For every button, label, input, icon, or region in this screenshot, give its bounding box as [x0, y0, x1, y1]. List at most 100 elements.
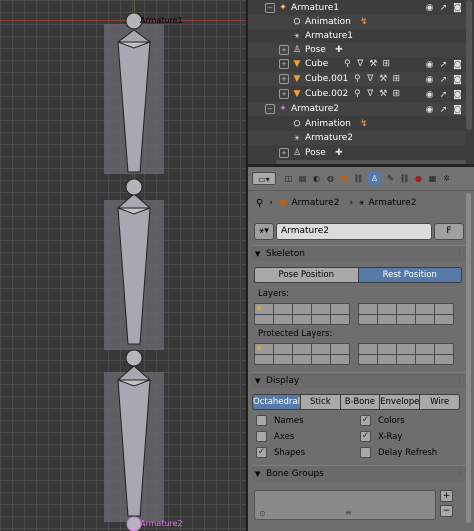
particles-tab-icon[interactable]: ✲ [440, 172, 453, 185]
render-camera-icon[interactable]: ◙ [453, 90, 462, 100]
layer-button[interactable] [293, 344, 311, 354]
render-layers-tab-icon[interactable]: ▤ [296, 172, 309, 185]
bone-groups-list[interactable]: ⊙ ≡ [254, 490, 436, 520]
mode-bbone-button[interactable]: B-Bone [340, 395, 381, 409]
armature-data-tab-icon[interactable]: ♙ [368, 172, 381, 185]
layer-button[interactable] [293, 304, 311, 314]
layer-button[interactable] [416, 304, 434, 314]
visibility-eye-icon[interactable]: ◉ [425, 3, 434, 13]
layer-button[interactable] [312, 314, 330, 324]
layer-button[interactable] [312, 304, 330, 314]
render-camera-icon[interactable]: ◙ [453, 105, 462, 115]
layer-button[interactable] [312, 354, 330, 364]
outliner-row-armature-data[interactable]: ⚹ Armature1 [248, 29, 466, 43]
render-camera-icon[interactable]: ◙ [453, 60, 462, 70]
layer-button[interactable] [397, 354, 415, 364]
axes-checkbox[interactable]: Axes [256, 431, 294, 442]
remove-bone-group-button[interactable]: − [440, 505, 453, 517]
bone-tab-icon[interactable]: ✎ [384, 172, 397, 185]
checkbox-box[interactable] [256, 431, 267, 442]
names-checkbox[interactable]: Names [256, 415, 304, 426]
layer-button[interactable] [331, 304, 349, 314]
layer-button[interactable] [274, 304, 292, 314]
checkmark-icon[interactable]: ✓ [360, 431, 371, 442]
layer-button[interactable] [397, 344, 415, 354]
outliner-row-pose[interactable]: + ♙ Pose ✚ [248, 146, 466, 160]
xray-checkbox[interactable]: ✓ X-Ray [360, 431, 402, 442]
editor-type-menu[interactable]: ▭▾ [252, 172, 276, 185]
outliner[interactable]: − ✦ Armature1 ⛭ Animation ↯ ⚹ Armature1 … [248, 0, 474, 164]
outliner-row-pose[interactable]: + ♙ Pose ✚ [248, 43, 466, 57]
mode-stick-button[interactable]: Stick [300, 395, 341, 409]
layer-button[interactable] [274, 354, 292, 364]
expand-toggle[interactable]: + [279, 148, 289, 158]
checkmark-icon[interactable]: ✓ [256, 447, 267, 458]
expand-toggle[interactable]: + [279, 74, 289, 84]
delay-refresh-checkbox[interactable]: Delay Refresh [360, 447, 437, 458]
mode-wire-button[interactable]: Wire [420, 395, 459, 409]
layer-button[interactable] [378, 314, 396, 324]
outliner-row-armature-data[interactable]: ⚹ Armature2 [248, 131, 466, 145]
render-camera-icon[interactable]: ◙ [453, 75, 462, 85]
panel-drag-handle[interactable]: ⋮⋮ [456, 249, 470, 258]
layer-button[interactable] [397, 314, 415, 324]
list-resize-grip-icon[interactable]: ⊙ [259, 509, 266, 518]
selectability-arrow-icon[interactable]: ➚ [439, 105, 448, 115]
layer-button[interactable] [435, 314, 453, 324]
protected-layers-grid-right[interactable] [358, 343, 454, 365]
render-camera-icon[interactable]: ◙ [453, 3, 462, 13]
layer-button[interactable] [255, 304, 273, 314]
expand-toggle[interactable]: + [279, 45, 289, 55]
layer-button[interactable] [331, 314, 349, 324]
expand-toggle[interactable]: + [279, 59, 289, 69]
checkmark-icon[interactable]: ✓ [360, 415, 371, 426]
visibility-eye-icon[interactable]: ◉ [425, 60, 434, 70]
fake-user-button[interactable]: F [434, 223, 464, 240]
shapes-checkbox[interactable]: ✓ Shapes [256, 447, 305, 458]
layer-button[interactable] [293, 314, 311, 324]
visibility-eye-icon[interactable]: ◉ [425, 75, 434, 85]
pin-icon[interactable]: ⚲ [256, 198, 263, 209]
collapse-toggle[interactable]: − [265, 104, 275, 114]
3d-viewport[interactable]: Armature1 Armature2 [0, 0, 246, 531]
layer-button[interactable] [435, 304, 453, 314]
constraints-tab-icon[interactable]: ⛓ [352, 172, 365, 185]
bone-groups-panel-header[interactable]: ▼ Bone Groups ⋮⋮ [252, 465, 470, 481]
selectability-arrow-icon[interactable]: ➚ [439, 75, 448, 85]
object-tab-icon[interactable]: ■ [338, 172, 351, 185]
layer-button[interactable] [435, 344, 453, 354]
visibility-eye-icon[interactable]: ◉ [425, 90, 434, 100]
layer-button[interactable] [331, 354, 349, 364]
display-panel-header[interactable]: ▼ Display ⋮⋮ [252, 372, 470, 388]
outliner-row-animation[interactable]: ⛭ Animation ↯ [248, 15, 466, 29]
list-drag-handle-icon[interactable]: ≡ [345, 508, 352, 517]
material-tab-icon[interactable]: ● [412, 172, 425, 185]
skeleton-panel-header[interactable]: ▼ Skeleton ⋮⋮ [252, 245, 470, 261]
layer-button[interactable] [359, 314, 377, 324]
protected-layers-grid-left[interactable] [254, 343, 350, 365]
layer-button[interactable] [255, 314, 273, 324]
panel-drag-handle[interactable]: ⋮⋮ [456, 376, 470, 385]
rest-position-button[interactable]: Rest Position [358, 268, 461, 282]
layer-button[interactable] [378, 344, 396, 354]
selectability-arrow-icon[interactable]: ➚ [439, 60, 448, 70]
layer-button[interactable] [274, 344, 292, 354]
layer-button[interactable] [255, 344, 273, 354]
bone-constraints-tab-icon[interactable]: ⛓ [398, 172, 411, 185]
datablock-name-field[interactable]: Armature2 [276, 223, 432, 240]
layer-button[interactable] [359, 344, 377, 354]
mode-envelope-button[interactable]: Envelope [380, 395, 421, 409]
collapse-toggle[interactable]: − [265, 3, 275, 13]
layer-button[interactable] [378, 304, 396, 314]
scene-tab-icon[interactable]: ◐ [310, 172, 323, 185]
outliner-row-animation[interactable]: ⛭ Animation ↯ [248, 117, 466, 131]
layer-button[interactable] [416, 354, 434, 364]
layer-button[interactable] [274, 314, 292, 324]
layer-button[interactable] [416, 344, 434, 354]
render-tab-icon[interactable]: ◫ [282, 172, 295, 185]
properties-scrollbar[interactable] [466, 193, 471, 523]
visibility-eye-icon[interactable]: ◉ [425, 105, 434, 115]
layer-button[interactable] [293, 354, 311, 364]
mode-octahedral-button[interactable]: Octahedral [253, 395, 301, 409]
colors-checkbox[interactable]: ✓ Colors [360, 415, 405, 426]
